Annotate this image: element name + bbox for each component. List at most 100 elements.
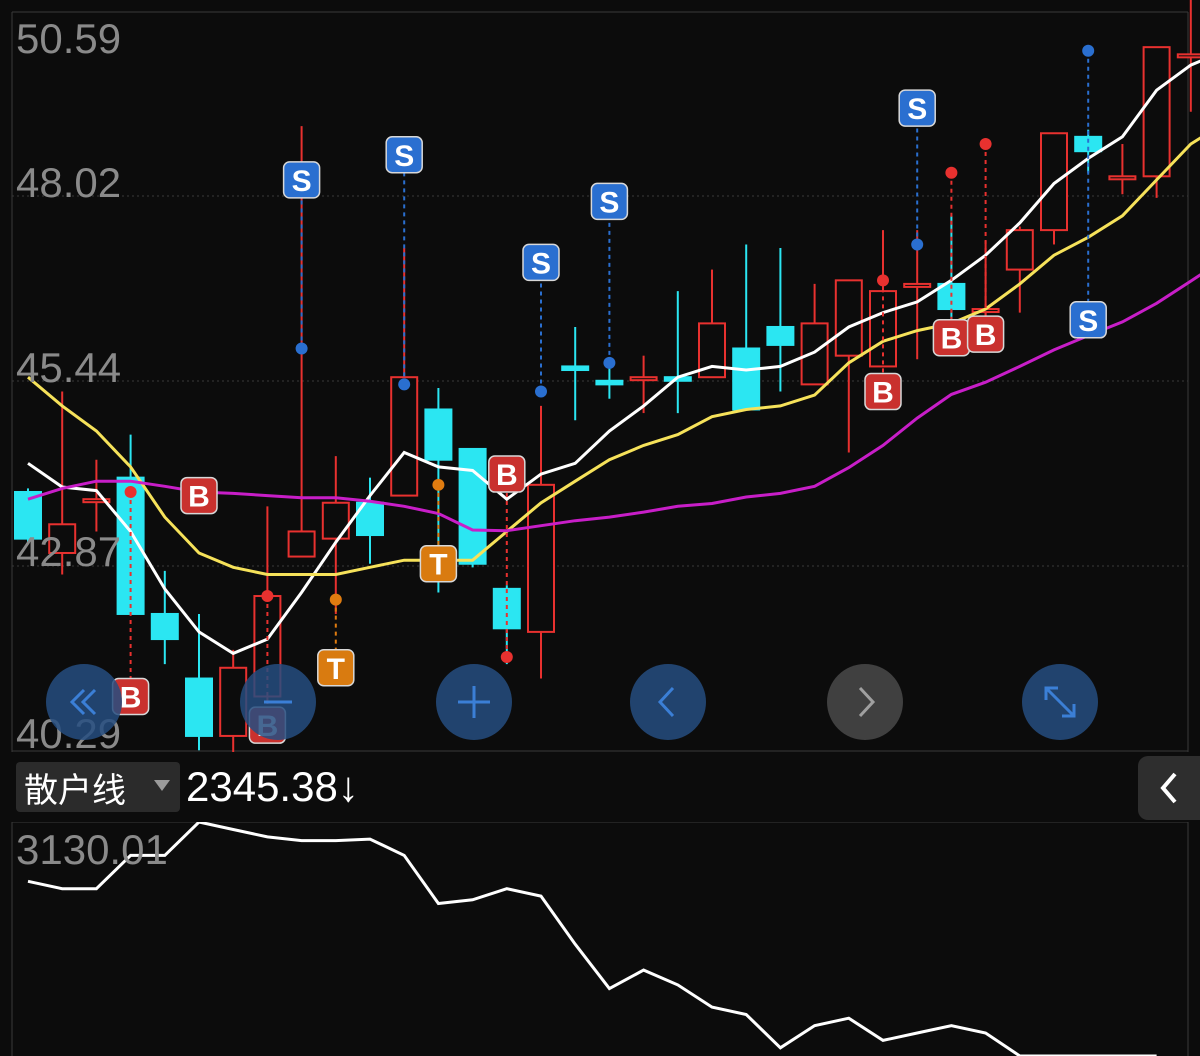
indicator-name: 散户线 — [24, 770, 126, 811]
sell-signal: S — [590, 182, 629, 369]
zoom-out-button[interactable] — [240, 664, 316, 740]
candle-down — [595, 366, 624, 399]
y-tick-label: 45.44 — [16, 344, 121, 391]
candle-body — [800, 322, 829, 386]
candle-body — [834, 279, 863, 357]
caret-down-icon — [154, 780, 170, 791]
signal-dot — [603, 356, 616, 369]
candle-body — [424, 408, 453, 461]
candle-up — [321, 456, 350, 614]
signal-label: B — [120, 681, 142, 714]
y-axis-labels: 50.59 48.02 45.44 42.87 40.29 3130.01 — [16, 15, 168, 873]
buy-signal: B — [180, 476, 218, 515]
indicator-current-value: 2345.38 — [186, 763, 338, 810]
indicator-trend-arrow: ↓ — [337, 763, 359, 810]
candle-down — [663, 291, 692, 414]
scroll-right-button[interactable] — [827, 664, 903, 740]
chevron-left-icon — [657, 686, 675, 718]
signal-dot — [500, 651, 513, 664]
candle-down — [732, 244, 761, 411]
signal-label: S — [599, 186, 619, 219]
sell-signal: S — [898, 89, 936, 251]
signal-label: S — [1078, 305, 1098, 338]
scroll-left-fast-button[interactable] — [46, 664, 122, 740]
signal-dot — [398, 378, 411, 391]
collapse-panel-button[interactable] — [1138, 756, 1200, 820]
candle-down — [356, 477, 384, 564]
candles-layer — [14, 0, 1200, 758]
candle-up — [82, 459, 111, 532]
signal-dot — [911, 238, 924, 251]
signal-dot — [1082, 44, 1095, 57]
candle-body — [287, 530, 316, 558]
indicator-line-layer — [27, 820, 1157, 1056]
candle-body — [595, 379, 624, 386]
signal-dot — [945, 166, 958, 179]
candle-up — [527, 405, 555, 679]
candle-body — [1108, 175, 1137, 181]
minus-icon — [264, 700, 292, 704]
candle-body — [458, 447, 487, 565]
sell-signal: S — [1069, 44, 1107, 339]
candle-body — [1142, 46, 1171, 178]
candle-body — [150, 612, 179, 641]
y-tick-label: 50.59 — [16, 15, 121, 62]
candle-body — [321, 501, 350, 540]
zoom-in-button[interactable] — [436, 664, 512, 740]
fullscreen-button[interactable] — [1022, 664, 1098, 740]
signal-label: T — [429, 549, 447, 582]
signal-label: B — [188, 481, 210, 514]
indicator-y-tick-label: 3130.01 — [16, 826, 168, 873]
buy-signal: B — [932, 166, 971, 357]
candle-up — [1176, 0, 1200, 112]
signal-dot — [295, 342, 308, 355]
signal-label: B — [872, 377, 894, 410]
price-grid — [11, 11, 1189, 1056]
candle-up — [1142, 46, 1171, 198]
sell-signal: S — [385, 136, 423, 391]
candle-body — [732, 347, 761, 411]
kline-chart[interactable]: BBBSTSTBSSBSBBS 50.59 48.02 45.44 42.87 … — [0, 0, 1200, 1056]
signal-dot — [877, 274, 889, 287]
y-tick-label: 42.87 — [16, 528, 121, 575]
scroll-left-button[interactable] — [630, 664, 706, 740]
candle-body — [1005, 229, 1034, 271]
y-tick-label: 48.02 — [16, 159, 121, 206]
signal-dot — [535, 385, 547, 398]
candle-up — [834, 279, 863, 453]
signal-dot — [979, 138, 992, 151]
expand-icon — [1044, 686, 1076, 718]
indicator-value: 2345.38↓ — [186, 762, 359, 812]
candle-down — [561, 326, 590, 421]
signal-label: T — [327, 653, 345, 686]
candle-up — [1040, 132, 1068, 245]
candle-body — [527, 483, 555, 633]
buy-signal: B — [488, 455, 526, 664]
candle-up — [1108, 144, 1137, 195]
retail-line — [27, 820, 1157, 1056]
signal-label: B — [941, 323, 963, 356]
signal-label: S — [531, 247, 551, 280]
candle-body — [903, 282, 932, 288]
candle-up — [800, 283, 829, 386]
candle-body — [185, 677, 213, 737]
candle-down — [185, 613, 213, 751]
candle-body — [561, 365, 590, 372]
indicator-selector[interactable]: 散户线 — [16, 762, 180, 812]
signal-label: B — [496, 459, 518, 492]
signal-label: S — [292, 165, 312, 198]
signal-dot — [124, 485, 137, 498]
signal-dot — [261, 590, 274, 603]
candle-up — [1005, 226, 1034, 313]
signal-dot — [329, 593, 342, 606]
candle-down — [766, 248, 795, 392]
indicator-bar: 散户线 2345.38↓ — [0, 752, 1200, 822]
candle-body — [766, 325, 795, 346]
ma5-line — [27, 59, 1200, 656]
candle-down — [150, 570, 179, 665]
sell-signal: S — [522, 243, 560, 398]
candle-down — [458, 447, 487, 568]
signal-label: S — [907, 93, 927, 126]
candle-body — [390, 376, 419, 497]
signal-dot — [432, 478, 445, 491]
